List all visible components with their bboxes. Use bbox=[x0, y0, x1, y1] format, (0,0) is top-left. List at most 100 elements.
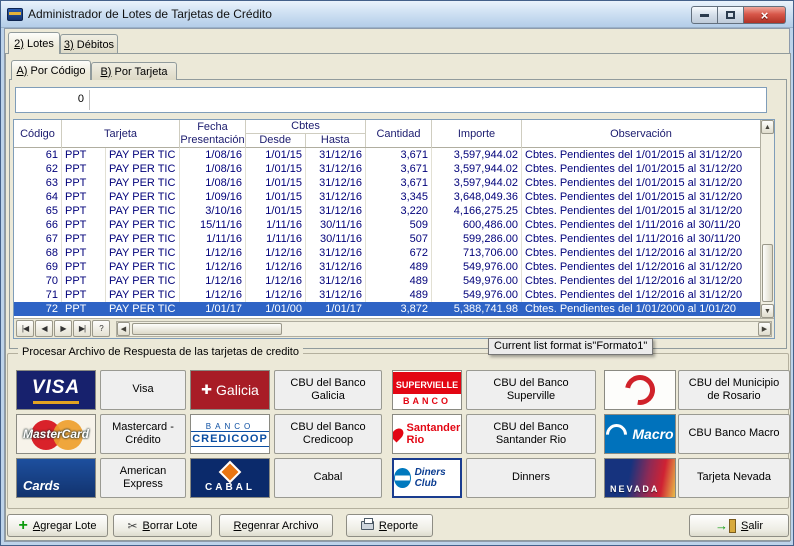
table-cell: PPT bbox=[62, 190, 106, 204]
vertical-scrollbar-thumb[interactable] bbox=[762, 244, 773, 302]
table-cell: 1/01/15 bbox=[246, 148, 306, 162]
credicoop-logo: BANCOCREDICOOP bbox=[190, 414, 270, 454]
table-cell: Cbtes. Pendientes del 1/01/2015 al 31/12… bbox=[522, 148, 760, 162]
table-row[interactable]: 61PPTPAY PER TIC1/08/161/01/1531/12/163,… bbox=[14, 148, 760, 162]
header-cantidad[interactable]: Cantidad bbox=[366, 120, 432, 148]
reporte-button[interactable]: Reporte bbox=[346, 514, 433, 537]
process-macro-button[interactable]: CBU Banco Macro bbox=[678, 414, 790, 454]
table-row[interactable]: 63PPTPAY PER TIC1/08/161/01/1531/12/163,… bbox=[14, 176, 760, 190]
agregar-lote-button[interactable]: Agregar Lote bbox=[7, 514, 108, 537]
table-cell: 3/10/16 bbox=[180, 204, 246, 218]
tab-por-codigo[interactable]: A) Por Código bbox=[11, 60, 91, 80]
scroll-down-icon[interactable]: ▼ bbox=[761, 304, 774, 318]
close-button[interactable]: × bbox=[744, 6, 786, 24]
supervielle-logo-text: SUPERVIELLE bbox=[393, 372, 461, 394]
table-row[interactable]: 70PPTPAY PER TIC1/12/161/12/1631/12/1648… bbox=[14, 274, 760, 288]
macro-logo: Macro bbox=[604, 414, 676, 454]
table-cell: 1/08/16 bbox=[180, 162, 246, 176]
amex-logo-text: Cards bbox=[23, 478, 60, 493]
table-cell: PAY PER TIC bbox=[106, 232, 180, 246]
table-cell: PAY PER TIC bbox=[106, 260, 180, 274]
salir-button[interactable]: Salir bbox=[689, 514, 789, 537]
table-row[interactable]: 68PPTPAY PER TIC1/12/161/12/1631/12/1667… bbox=[14, 246, 760, 260]
horizontal-scrollbar[interactable]: ◀ ▶ bbox=[116, 321, 772, 337]
minimize-button[interactable] bbox=[691, 6, 718, 24]
header-importe[interactable]: Importe bbox=[432, 120, 522, 148]
regenrar-archivo-button[interactable]: Regenrar Archivo bbox=[219, 514, 333, 537]
header-desde[interactable]: Desde bbox=[246, 134, 306, 147]
table-cell: 1/01/15 bbox=[246, 204, 306, 218]
process-galicia-button[interactable]: CBU del Banco Galicia bbox=[274, 370, 382, 410]
process-cabal-button[interactable]: Cabal bbox=[274, 458, 382, 498]
table-cell: 1/12/16 bbox=[180, 274, 246, 288]
table-cell: 5,388,741.98 bbox=[432, 302, 522, 316]
table-cell: Cbtes. Pendientes del 1/11/2016 al 30/11… bbox=[522, 218, 760, 232]
process-diners-button[interactable]: Dinners bbox=[466, 458, 596, 498]
nav-prior-button[interactable]: ◀ bbox=[35, 320, 53, 337]
tab-debitos-label: 3) Débitos bbox=[64, 39, 114, 51]
nav-last-button[interactable]: ▶| bbox=[73, 320, 91, 337]
table-row[interactable]: 66PPTPAY PER TIC15/11/161/11/1630/11/165… bbox=[14, 218, 760, 232]
table-cell: 31/12/16 bbox=[306, 162, 366, 176]
table-cell: PAY PER TIC bbox=[106, 246, 180, 260]
plus-icon bbox=[19, 520, 28, 532]
header-observacion[interactable]: Observación bbox=[522, 120, 760, 148]
process-nevada-button[interactable]: Tarjeta Nevada bbox=[678, 458, 790, 498]
table-row[interactable]: 69PPTPAY PER TIC1/12/161/12/1631/12/1648… bbox=[14, 260, 760, 274]
process-visa-button[interactable]: Visa bbox=[100, 370, 186, 410]
action-label: Salir bbox=[741, 520, 763, 532]
borrar-lote-button[interactable]: Borrar Lote bbox=[113, 514, 212, 537]
table-row[interactable]: 64PPTPAY PER TIC1/09/161/01/1531/12/163,… bbox=[14, 190, 760, 204]
tab-debitos[interactable]: 3) Débitos bbox=[60, 34, 118, 54]
scroll-up-icon[interactable]: ▲ bbox=[761, 120, 774, 134]
header-hasta[interactable]: Hasta bbox=[306, 134, 366, 147]
table-cell: PAY PER TIC bbox=[106, 148, 180, 162]
header-tarjeta[interactable]: Tarjeta bbox=[62, 120, 180, 148]
table-cell: PAY PER TIC bbox=[106, 190, 180, 204]
process-mastercard-button[interactable]: Mastercard - Crédito bbox=[100, 414, 186, 454]
title-bar: Administrador de Lotes de Tarjetas de Cr… bbox=[1, 1, 793, 28]
tab-lotes[interactable]: 2) Lotes bbox=[8, 32, 60, 54]
vertical-scrollbar[interactable]: ▲ ▼ bbox=[760, 120, 774, 318]
header-codigo[interactable]: Código bbox=[14, 120, 62, 148]
table-row[interactable]: 67PPTPAY PER TIC1/11/161/11/1630/11/1650… bbox=[14, 232, 760, 246]
nevada-logo-text: NEVADA bbox=[610, 484, 659, 494]
table-row[interactable]: 72PPTPAY PER TIC1/01/171/01/001/01/173,8… bbox=[14, 302, 760, 316]
table-cell: 600,486.00 bbox=[432, 218, 522, 232]
nevada-logo: NEVADA bbox=[604, 458, 676, 498]
process-credicoop-button[interactable]: CBU del Banco Credicoop bbox=[274, 414, 382, 454]
minimize-icon bbox=[700, 14, 709, 17]
header-fecha-line2: Presentación bbox=[180, 134, 244, 147]
horizontal-scrollbar-thumb[interactable] bbox=[132, 323, 282, 335]
table-row[interactable]: 62PPTPAY PER TIC1/08/161/01/1531/12/163,… bbox=[14, 162, 760, 176]
galicia-logo: Galicia bbox=[190, 370, 270, 410]
scroll-left-icon[interactable]: ◀ bbox=[117, 322, 130, 336]
table-cell: PPT bbox=[62, 148, 106, 162]
table-cell: 549,976.00 bbox=[432, 274, 522, 288]
table-cell: PPT bbox=[62, 274, 106, 288]
process-supervielle-button[interactable]: CBU del Banco Superville bbox=[466, 370, 596, 410]
codigo-filter-input[interactable]: 0 bbox=[18, 90, 90, 110]
table-cell: Cbtes. Pendientes del 1/12/2016 al 31/12… bbox=[522, 260, 760, 274]
table-cell: 1/08/16 bbox=[180, 176, 246, 190]
header-fecha-presentacion[interactable]: Fecha Presentación bbox=[180, 120, 246, 148]
table-row[interactable]: 71PPTPAY PER TIC1/12/161/12/1631/12/1648… bbox=[14, 288, 760, 302]
process-santander-button[interactable]: CBU del Banco Santander Rio bbox=[466, 414, 596, 454]
nav-help-button[interactable]: ? bbox=[92, 320, 110, 337]
nav-first-button[interactable]: |◀ bbox=[16, 320, 34, 337]
scissors-icon bbox=[127, 519, 137, 533]
process-groupbox-title: Procesar Archivo de Respuesta de las tar… bbox=[18, 346, 303, 358]
table-row[interactable]: 65PPTPAY PER TIC3/10/161/01/1531/12/163,… bbox=[14, 204, 760, 218]
process-rosario-button[interactable]: CBU del Municipio de Rosario bbox=[678, 370, 790, 410]
maximize-button[interactable] bbox=[718, 6, 744, 24]
header-fecha-line1: Fecha bbox=[197, 121, 228, 134]
galicia-logo-text: Galicia bbox=[216, 382, 259, 398]
table-cell: 3,648,049.36 bbox=[432, 190, 522, 204]
table-cell: 1/09/16 bbox=[180, 190, 246, 204]
nav-next-button[interactable]: ▶ bbox=[54, 320, 72, 337]
header-cbtes[interactable]: Cbtes bbox=[246, 120, 365, 134]
table-cell: 3,597,944.02 bbox=[432, 176, 522, 190]
process-amex-button[interactable]: American Express bbox=[100, 458, 186, 498]
tab-por-tarjeta[interactable]: B) Por Tarjeta bbox=[91, 62, 177, 80]
scroll-right-icon[interactable]: ▶ bbox=[758, 322, 771, 336]
